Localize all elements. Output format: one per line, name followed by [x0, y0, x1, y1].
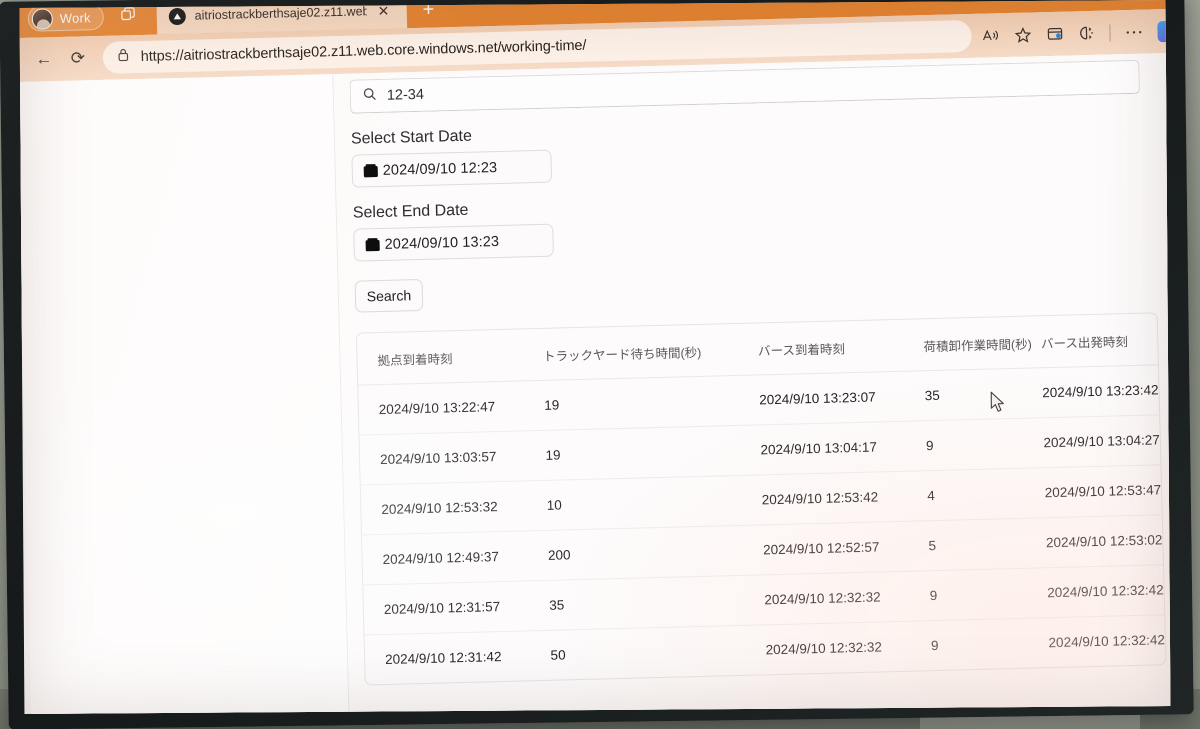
split-screen-icon[interactable] [1078, 25, 1094, 41]
calendar-icon [364, 164, 378, 177]
browser-window: Work aitriostrackberthsaje02.z11.web.co [19, 0, 1171, 715]
monitor-bezel: Work aitriostrackberthsaje02.z11.web.co [0, 0, 1194, 729]
cell-work-time: 9 [929, 567, 1048, 621]
address-bar-url: https://aitriostrackberthsaje02.z11.web.… [140, 37, 587, 65]
start-date-input[interactable]: 2024/09/10 12:23 [351, 149, 553, 188]
page-viewport: 12-34 Select Start Date 2024/09/10 12:23… [19, 52, 1171, 715]
cell-site-arrival: 2024/9/10 13:22:47 [358, 380, 545, 436]
cell-berth-departure: 2024/9/10 12:32:42 [1048, 632, 1166, 651]
tab-search-icon[interactable] [119, 6, 137, 28]
cell-berth-arrival: 2024/9/10 13:23:07 [758, 370, 926, 425]
cell-work-time: 9 [930, 637, 939, 654]
cell-site-arrival: 2024/9/10 12:31:57 [363, 580, 550, 635]
back-button[interactable]: ← [26, 42, 61, 77]
cell-berth-departure: 2024/9/10 13:23:42 [1041, 364, 1160, 418]
results-table-card: 拠点到着時刻 トラックヤード待ち時間(秒) バース到着時刻 荷積卸作業時間(秒)… [355, 312, 1167, 686]
favorites-star-icon[interactable] [1014, 26, 1032, 43]
copilot-icon[interactable] [1157, 20, 1171, 42]
search-icon [363, 87, 377, 106]
end-date-value: 2024/09/10 13:23 [384, 233, 500, 253]
tab-favicon-icon [168, 7, 186, 25]
reload-button[interactable]: ⟳ [60, 41, 95, 76]
column-header-yard-wait[interactable]: トラックヤード待ち時間(秒) [542, 323, 759, 381]
cell-yard-wait: 50 [550, 647, 566, 663]
avatar [31, 7, 54, 30]
cell-berth-departure: 2024/9/10 12:53:47 [1044, 464, 1162, 518]
collections-icon[interactable] [1046, 26, 1063, 42]
cell-work-time: 35 [924, 367, 1043, 421]
main-content: 12-34 Select Start Date 2024/09/10 12:23… [333, 52, 1171, 715]
cell-yard-wait: 19 [543, 374, 760, 431]
cell-berth-arrival: 2024/9/10 12:53:42 [761, 470, 928, 525]
left-sidebar-panel [19, 74, 351, 715]
cell-berth-arrival: 2024/9/10 12:32:32 [765, 639, 883, 658]
table-body: 2024/9/10 13:22:47 19 2024/9/10 13:23:07… [358, 364, 1166, 685]
cell-berth-arrival: 2024/9/10 12:52:57 [762, 520, 930, 575]
cell-work-time: 9 [925, 417, 1045, 471]
cell-yard-wait: 35 [548, 574, 765, 631]
cell-site-arrival: 2024/9/10 12:49:37 [361, 530, 549, 586]
search-button[interactable]: Search [354, 278, 424, 313]
working-time-table: 拠点到着時刻 トラックヤード待ち時間(秒) バース到着時刻 荷積卸作業時間(秒)… [356, 313, 1166, 685]
search-input-value: 12-34 [386, 86, 425, 104]
cell-berth-arrival: 2024/9/10 13:04:17 [759, 420, 927, 475]
cell-yard-wait: 200 [547, 524, 764, 581]
monitor-screen: Work aitriostrackberthsaje02.z11.web.co [19, 0, 1171, 715]
more-settings-icon[interactable] [1125, 29, 1142, 34]
toolbar-actions [981, 20, 1171, 46]
profile-button[interactable]: Work [27, 3, 105, 32]
lock-icon [117, 47, 131, 67]
profile-label: Work [59, 9, 91, 26]
cell-berth-departure: 2024/9/10 12:32:42 [1046, 564, 1165, 618]
cell-yard-wait: 19 [544, 424, 762, 481]
end-date-label: Select End Date [352, 201, 469, 222]
column-header-berth-arrival[interactable]: バース到着時刻 [757, 319, 925, 375]
toolbar-divider [1109, 23, 1111, 41]
cell-berth-arrival: 2024/9/10 12:32:32 [763, 570, 931, 625]
cell-work-time: 4 [926, 467, 1046, 521]
calendar-icon [365, 238, 379, 251]
tab-close-icon[interactable]: ✕ [377, 3, 389, 19]
cell-site-arrival: 2024/9/10 13:03:57 [359, 430, 547, 486]
cell-yard-wait: 10 [546, 474, 763, 531]
read-aloud-icon[interactable] [981, 27, 999, 43]
start-date-label: Select Start Date [350, 127, 473, 148]
new-tab-button[interactable]: + [422, 0, 434, 22]
cell-berth-departure: 2024/9/10 12:53:02 [1045, 514, 1163, 568]
column-header-site-arrival[interactable]: 拠点到着時刻 [356, 328, 544, 386]
tab-title: aitriostrackberthsaje02.z11.web.co [194, 4, 367, 23]
cell-site-arrival: 2024/9/10 12:31:42 [384, 649, 502, 667]
start-date-value: 2024/09/10 12:23 [382, 159, 498, 179]
column-header-berth-departure[interactable]: バース出発時刻 [1040, 313, 1158, 368]
cell-berth-departure: 2024/9/10 13:04:27 [1042, 414, 1161, 468]
end-date-input[interactable]: 2024/09/10 13:23 [353, 223, 554, 262]
cell-site-arrival: 2024/9/10 12:53:32 [360, 480, 548, 536]
cell-work-time: 5 [927, 517, 1047, 571]
column-header-work-time[interactable]: 荷積卸作業時間(秒) [922, 316, 1042, 371]
